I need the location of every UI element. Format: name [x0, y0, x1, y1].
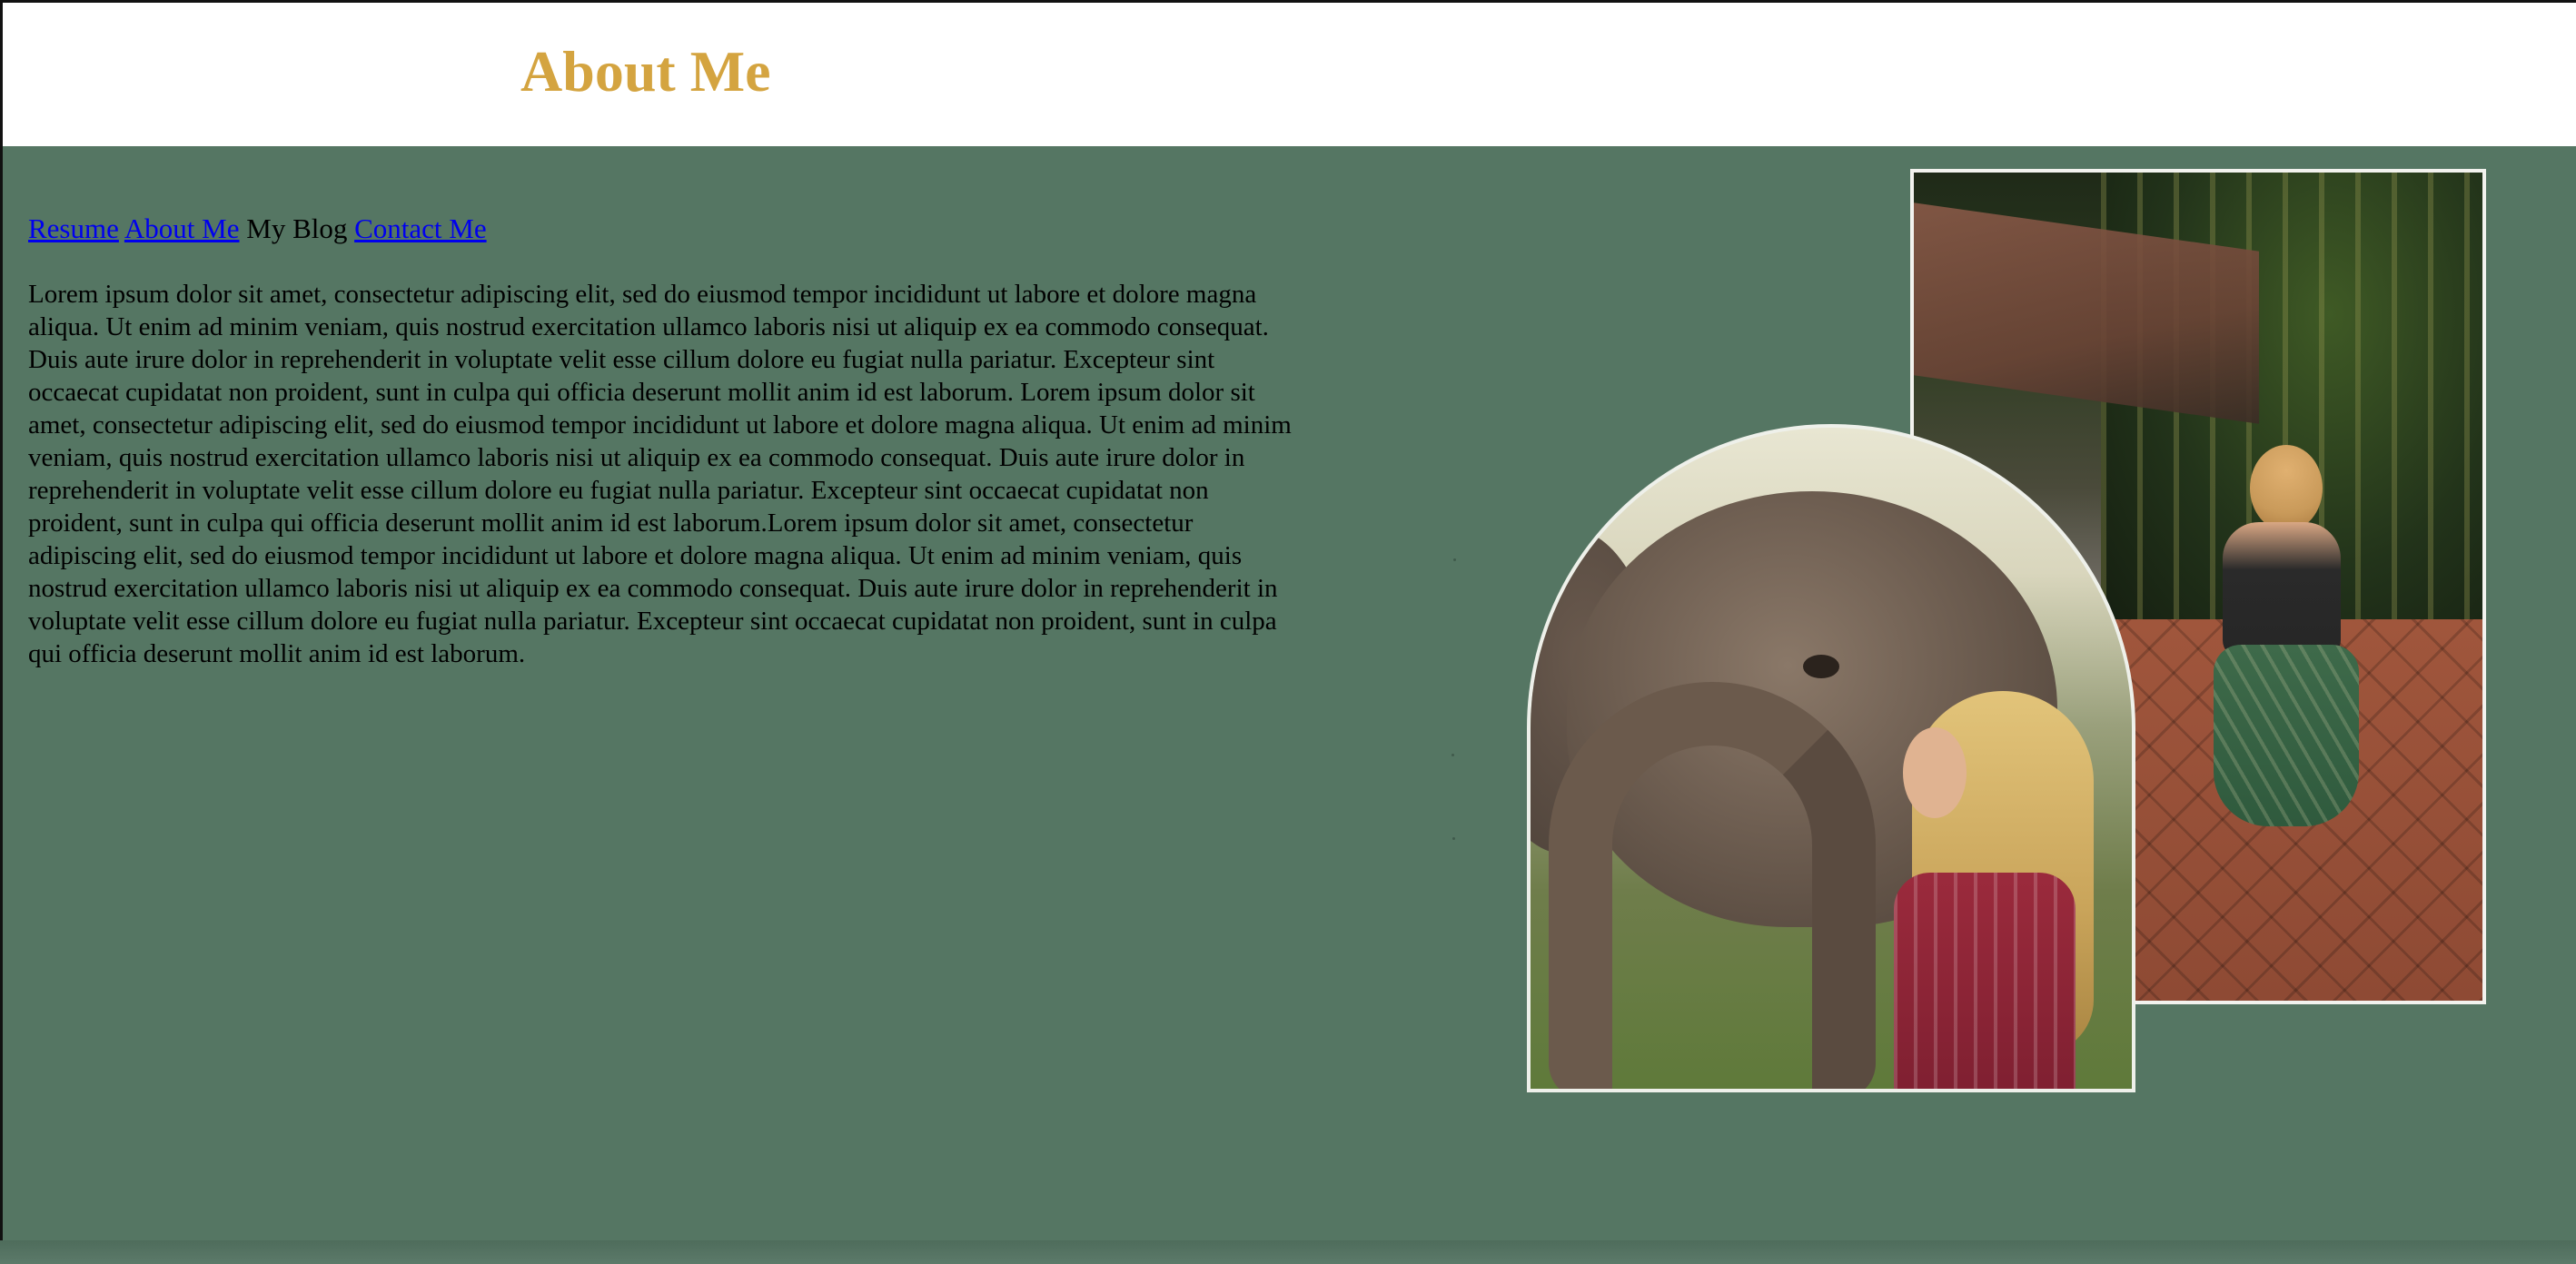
page-title: About Me — [520, 39, 771, 104]
woman-face — [1903, 727, 1967, 818]
elephant-eye — [1803, 655, 1839, 678]
body-paragraph: Lorem ipsum dolor sit amet, consectetur … — [28, 280, 1292, 668]
elephant-photo — [1527, 424, 2135, 1092]
person-head — [2250, 445, 2323, 531]
nav-item-my-blog: My Blog — [246, 212, 348, 244]
stray-dot — [1453, 558, 1456, 561]
stray-dot — [1451, 754, 1454, 756]
nav-link-contact-me[interactable]: Contact Me — [354, 212, 487, 244]
elephant-trunk — [1549, 682, 1876, 1089]
page-header: About Me — [3, 0, 2576, 146]
nav-link-resume[interactable]: Resume — [28, 212, 119, 244]
page: About Me Resume About Me My Blog Contact… — [0, 0, 2576, 1264]
nav-link-about-me[interactable]: About Me — [124, 212, 240, 244]
person-body — [2223, 522, 2341, 658]
nav-bar: Resume About Me My Blog Contact Me — [28, 211, 487, 247]
left-edge-border — [0, 0, 3, 1240]
woman-with-puppy — [2186, 445, 2368, 826]
woman-shirt — [1894, 873, 2076, 1089]
bottom-edge — [0, 1240, 2576, 1264]
person-skirt — [2214, 645, 2359, 826]
stray-dot — [1452, 837, 1455, 840]
woman-with-elephant — [1894, 691, 2130, 1089]
